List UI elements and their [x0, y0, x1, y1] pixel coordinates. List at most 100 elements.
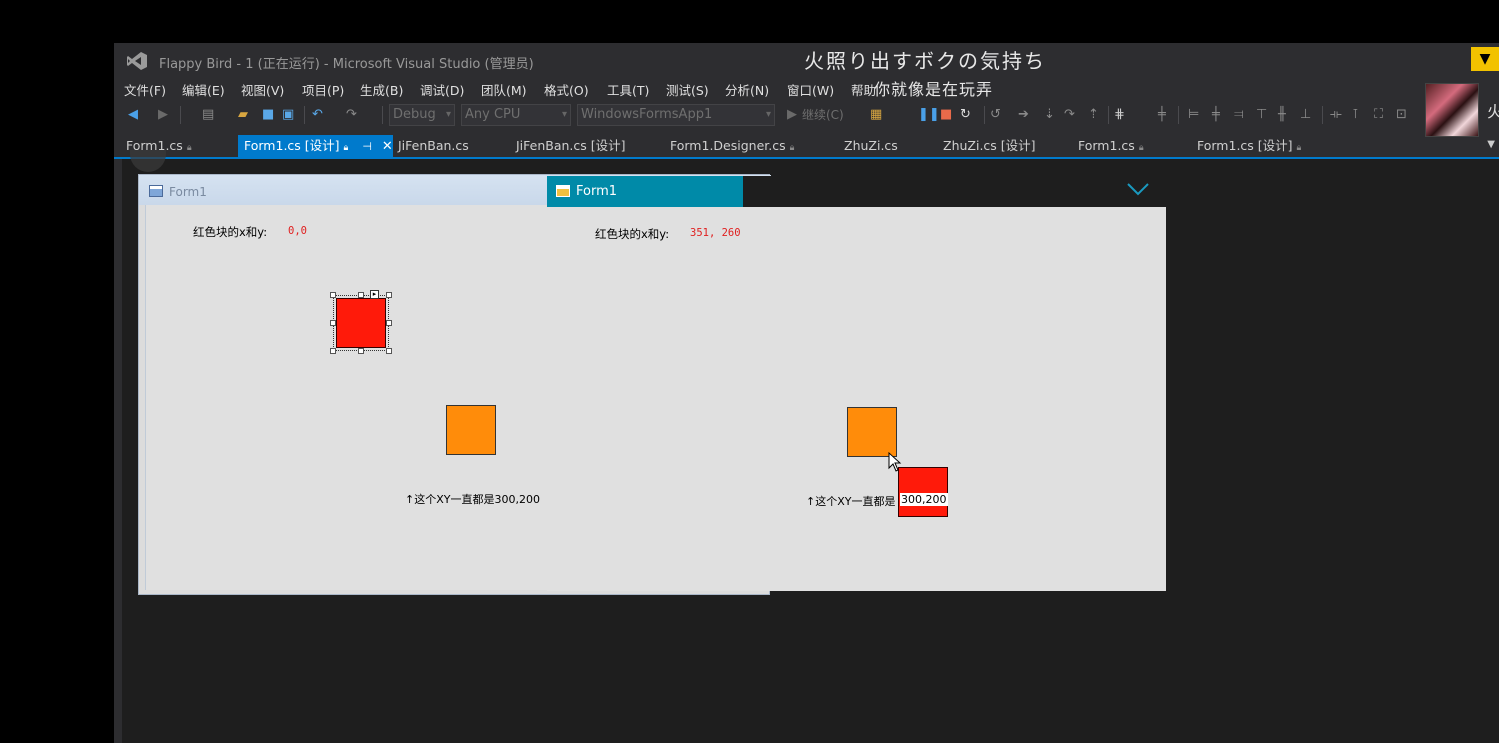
position-note: ↑这个XY一直都是300,200 — [405, 493, 540, 506]
filter-icon[interactable]: ▼ — [1471, 47, 1499, 71]
tab-form1-designer-cs[interactable]: Form1.Designer.cs 🔒︎ — [664, 135, 824, 157]
coord-value: 0,0 — [288, 225, 307, 237]
step-over-icon[interactable]: ↷ — [1064, 107, 1075, 123]
align-top-icon[interactable]: ⊤ — [1256, 107, 1267, 123]
pin-tab-icon[interactable]: ⊣ — [362, 140, 372, 153]
menu-file[interactable]: 文件(F) — [124, 80, 166, 99]
size-to-grid-icon[interactable]: ⊡ — [1396, 107, 1407, 123]
back-icon[interactable]: ◀ — [128, 107, 138, 123]
align-center-icon[interactable]: ╪ — [1212, 107, 1220, 123]
menu-help[interactable]: 帮助 — [851, 80, 876, 99]
align-left-icon[interactable]: ⊨ — [1188, 107, 1199, 123]
forward-icon[interactable]: ▶ — [158, 107, 168, 123]
menu-test[interactable]: 测试(S) — [666, 80, 709, 99]
resize-handle[interactable] — [386, 320, 392, 326]
menu-analyze[interactable]: 分析(N) — [725, 80, 769, 99]
tab-label: Form1.cs [设计] — [1197, 138, 1293, 153]
menu-edit[interactable]: 编辑(E) — [182, 80, 225, 99]
running-form-title-bar[interactable]: Form1 — [547, 176, 743, 207]
running-form-window[interactable]: Form1 红色块的x和y: 351, 260 ↑这个XY一直都是 300,20… — [547, 176, 1166, 591]
startup-project-select[interactable]: WindowsFormsApp1 — [577, 104, 775, 126]
pin-icon[interactable]: 🔒︎ — [187, 143, 192, 153]
tab-zhuzi-cs[interactable]: ZhuZi.cs — [838, 135, 928, 157]
tab-overflow-dropdown-icon[interactable]: ▼ — [1487, 139, 1495, 150]
tab-label: Form1.cs — [1078, 138, 1135, 153]
tab-form1-design-active[interactable]: Form1.cs [设计] 🔒︎ ⊣ ✕ — [238, 135, 393, 157]
continue-button[interactable]: 继续(C) — [802, 107, 844, 123]
menu-view[interactable]: 视图(V) — [241, 80, 284, 99]
tab-label: Form1.Designer.cs — [670, 138, 786, 153]
running-form-title: Form1 — [576, 184, 618, 199]
running-form-client — [547, 207, 1166, 591]
process-icon[interactable]: ▦ — [870, 107, 882, 123]
align-grid-icon[interactable]: ╪ — [1158, 107, 1166, 123]
visual-studio-logo-icon — [127, 52, 147, 70]
pin-icon[interactable]: 🔒︎ — [1297, 143, 1302, 153]
hex-display-icon[interactable]: ⋕ — [1114, 107, 1125, 123]
tab-zhuzi-design[interactable]: ZhuZi.cs [设计] — [937, 135, 1057, 157]
menu-format[interactable]: 格式(O) — [544, 80, 589, 99]
same-height-icon[interactable]: ⊺ — [1352, 107, 1359, 123]
resize-handle[interactable] — [386, 292, 392, 298]
coord-value: 351, 260 — [690, 227, 741, 239]
resize-handle[interactable] — [358, 348, 364, 354]
save-all-icon[interactable]: ▣ — [282, 107, 294, 123]
tab-form1-cs-2[interactable]: Form1.cs 🔒︎ — [1072, 135, 1184, 157]
undo-icon[interactable]: ↶ — [312, 107, 323, 123]
menu-tools[interactable]: 工具(T) — [607, 80, 649, 99]
step-out-icon[interactable]: ⇡ — [1088, 107, 1099, 123]
show-next-statement-icon[interactable]: ➔ — [1018, 107, 1029, 123]
coord-label: 红色块的x和y: — [595, 227, 670, 241]
tab-form1-design-2[interactable]: Form1.cs [设计] 🔒︎ — [1191, 135, 1341, 157]
stop-icon[interactable]: ■ — [940, 107, 952, 123]
resize-handle[interactable] — [386, 348, 392, 354]
form-icon — [149, 185, 163, 197]
align-right-icon[interactable]: ⫤ — [1234, 107, 1244, 123]
orange-block[interactable] — [446, 405, 496, 455]
window-title: Flappy Bird - 1 (正在运行) - Microsoft Visua… — [159, 57, 534, 72]
user-avatar[interactable] — [1425, 83, 1479, 137]
menu-build[interactable]: 生成(B) — [360, 80, 403, 99]
menu-project[interactable]: 项目(P) — [302, 80, 344, 99]
red-block[interactable] — [898, 467, 948, 517]
align-middle-icon[interactable]: ╫ — [1278, 107, 1286, 123]
redo-icon[interactable]: ↷ — [346, 107, 357, 123]
open-folder-icon[interactable]: ▰ — [238, 107, 248, 123]
menu-debug[interactable]: 调试(D) — [420, 80, 464, 99]
chevron-down-icon[interactable] — [1127, 182, 1149, 196]
red-block-selected[interactable] — [333, 295, 389, 351]
toolbar: ◀ ▶ ▤ ▰ ■ ▣ ↶ ↷ Debug Any CPU WindowsFor… — [114, 101, 1499, 129]
same-width-icon[interactable]: ⟛ — [1330, 107, 1342, 123]
smart-tag-icon[interactable]: ▸ — [370, 290, 379, 299]
restart-icon[interactable]: ↻ — [960, 107, 971, 123]
solution-icon[interactable]: ▤ — [202, 107, 214, 123]
pin-icon[interactable]: 🔒︎ — [344, 143, 349, 153]
position-note: ↑这个XY一直都是 — [806, 495, 896, 508]
menu-team[interactable]: 团队(M) — [481, 80, 527, 99]
align-bottom-icon[interactable]: ⊥ — [1300, 107, 1311, 123]
resize-handle[interactable] — [330, 320, 336, 326]
orange-block[interactable] — [847, 407, 897, 457]
step-into-icon[interactable]: ⇣ — [1044, 107, 1055, 123]
pin-icon[interactable]: 🔒︎ — [1139, 143, 1144, 153]
same-size-icon[interactable]: ⛶ — [1374, 107, 1383, 123]
resize-handle[interactable] — [330, 292, 336, 298]
menu-window[interactable]: 窗口(W) — [787, 80, 834, 99]
designer-form-title: Form1 — [169, 185, 207, 199]
platform-select[interactable]: Any CPU — [461, 104, 571, 126]
pause-icon[interactable]: ❚❚ — [918, 107, 940, 123]
save-icon[interactable]: ■ — [262, 107, 274, 123]
position-note-value: 300,200 — [900, 493, 948, 506]
form-icon — [556, 185, 570, 197]
resize-handle[interactable] — [358, 292, 364, 298]
continue-icon[interactable]: ▶ — [787, 107, 797, 123]
tab-jifenban-design[interactable]: JiFenBan.cs [设计] — [510, 135, 650, 157]
lyric-overflow-char: 火 — [1487, 102, 1499, 121]
tab-jifenban-cs[interactable]: JiFenBan.cs — [392, 135, 502, 157]
lyric-overlay-line2: 你就像是在玩弄 — [874, 80, 994, 99]
resize-handle[interactable] — [330, 348, 336, 354]
pin-icon[interactable]: 🔒︎ — [790, 143, 795, 153]
coord-label: 红色块的x和y: — [193, 225, 268, 239]
hot-reload-icon[interactable]: ↺ — [990, 107, 1001, 123]
configuration-select[interactable]: Debug — [389, 104, 455, 126]
